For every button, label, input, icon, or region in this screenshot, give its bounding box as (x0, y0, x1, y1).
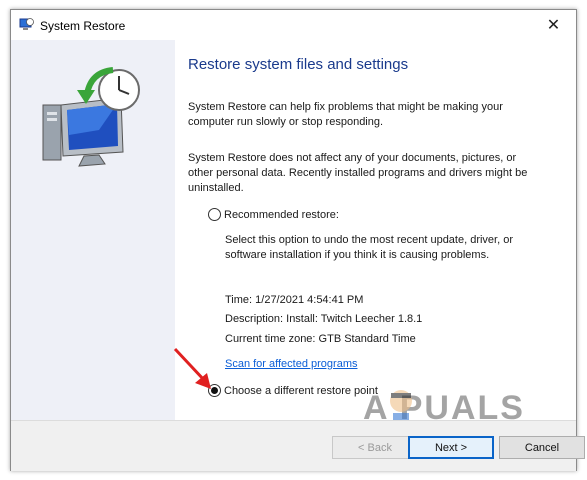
recommended-restore-option[interactable]: Recommended restore: (208, 208, 339, 221)
recommended-restore-label: Recommended restore: (224, 208, 339, 221)
system-restore-illustration-icon (42, 67, 140, 167)
different-restore-option[interactable]: Choose a different restore point (208, 384, 378, 397)
window-title: System Restore (40, 19, 126, 33)
back-button[interactable]: < Back (332, 436, 418, 459)
restore-time: Time: 1/27/2021 4:54:41 PM (225, 294, 364, 306)
restore-timezone: Current time zone: GTB Standard Time (225, 333, 416, 345)
recommended-description: Select this option to undo the most rece… (225, 234, 514, 261)
cancel-button[interactable]: Cancel (499, 436, 585, 459)
recommended-restore-radio[interactable] (208, 208, 221, 221)
system-restore-icon (19, 18, 34, 30)
intro-paragraph: System Restore can help fix problems tha… (188, 101, 503, 128)
next-button[interactable]: Next > (408, 436, 494, 459)
system-restore-window: System Restore ✕ Restore system files an… (10, 9, 585, 471)
different-restore-label: Choose a different restore point (224, 384, 378, 397)
title-bar[interactable]: System Restore ✕ (11, 10, 576, 40)
scan-affected-programs-link[interactable]: Scan for affected programs (225, 358, 357, 370)
info-paragraph: System Restore does not affect any of yo… (188, 152, 528, 194)
restore-description: Description: Install: Twitch Leecher 1.8… (225, 313, 423, 325)
close-button[interactable]: ✕ (531, 10, 576, 40)
close-icon: ✕ (546, 17, 561, 34)
red-arrow-icon (173, 347, 211, 389)
button-bar: < Back Next > Cancel (11, 420, 585, 471)
left-illustration-panel (11, 40, 175, 420)
page-title: Restore system files and settings (188, 56, 409, 73)
